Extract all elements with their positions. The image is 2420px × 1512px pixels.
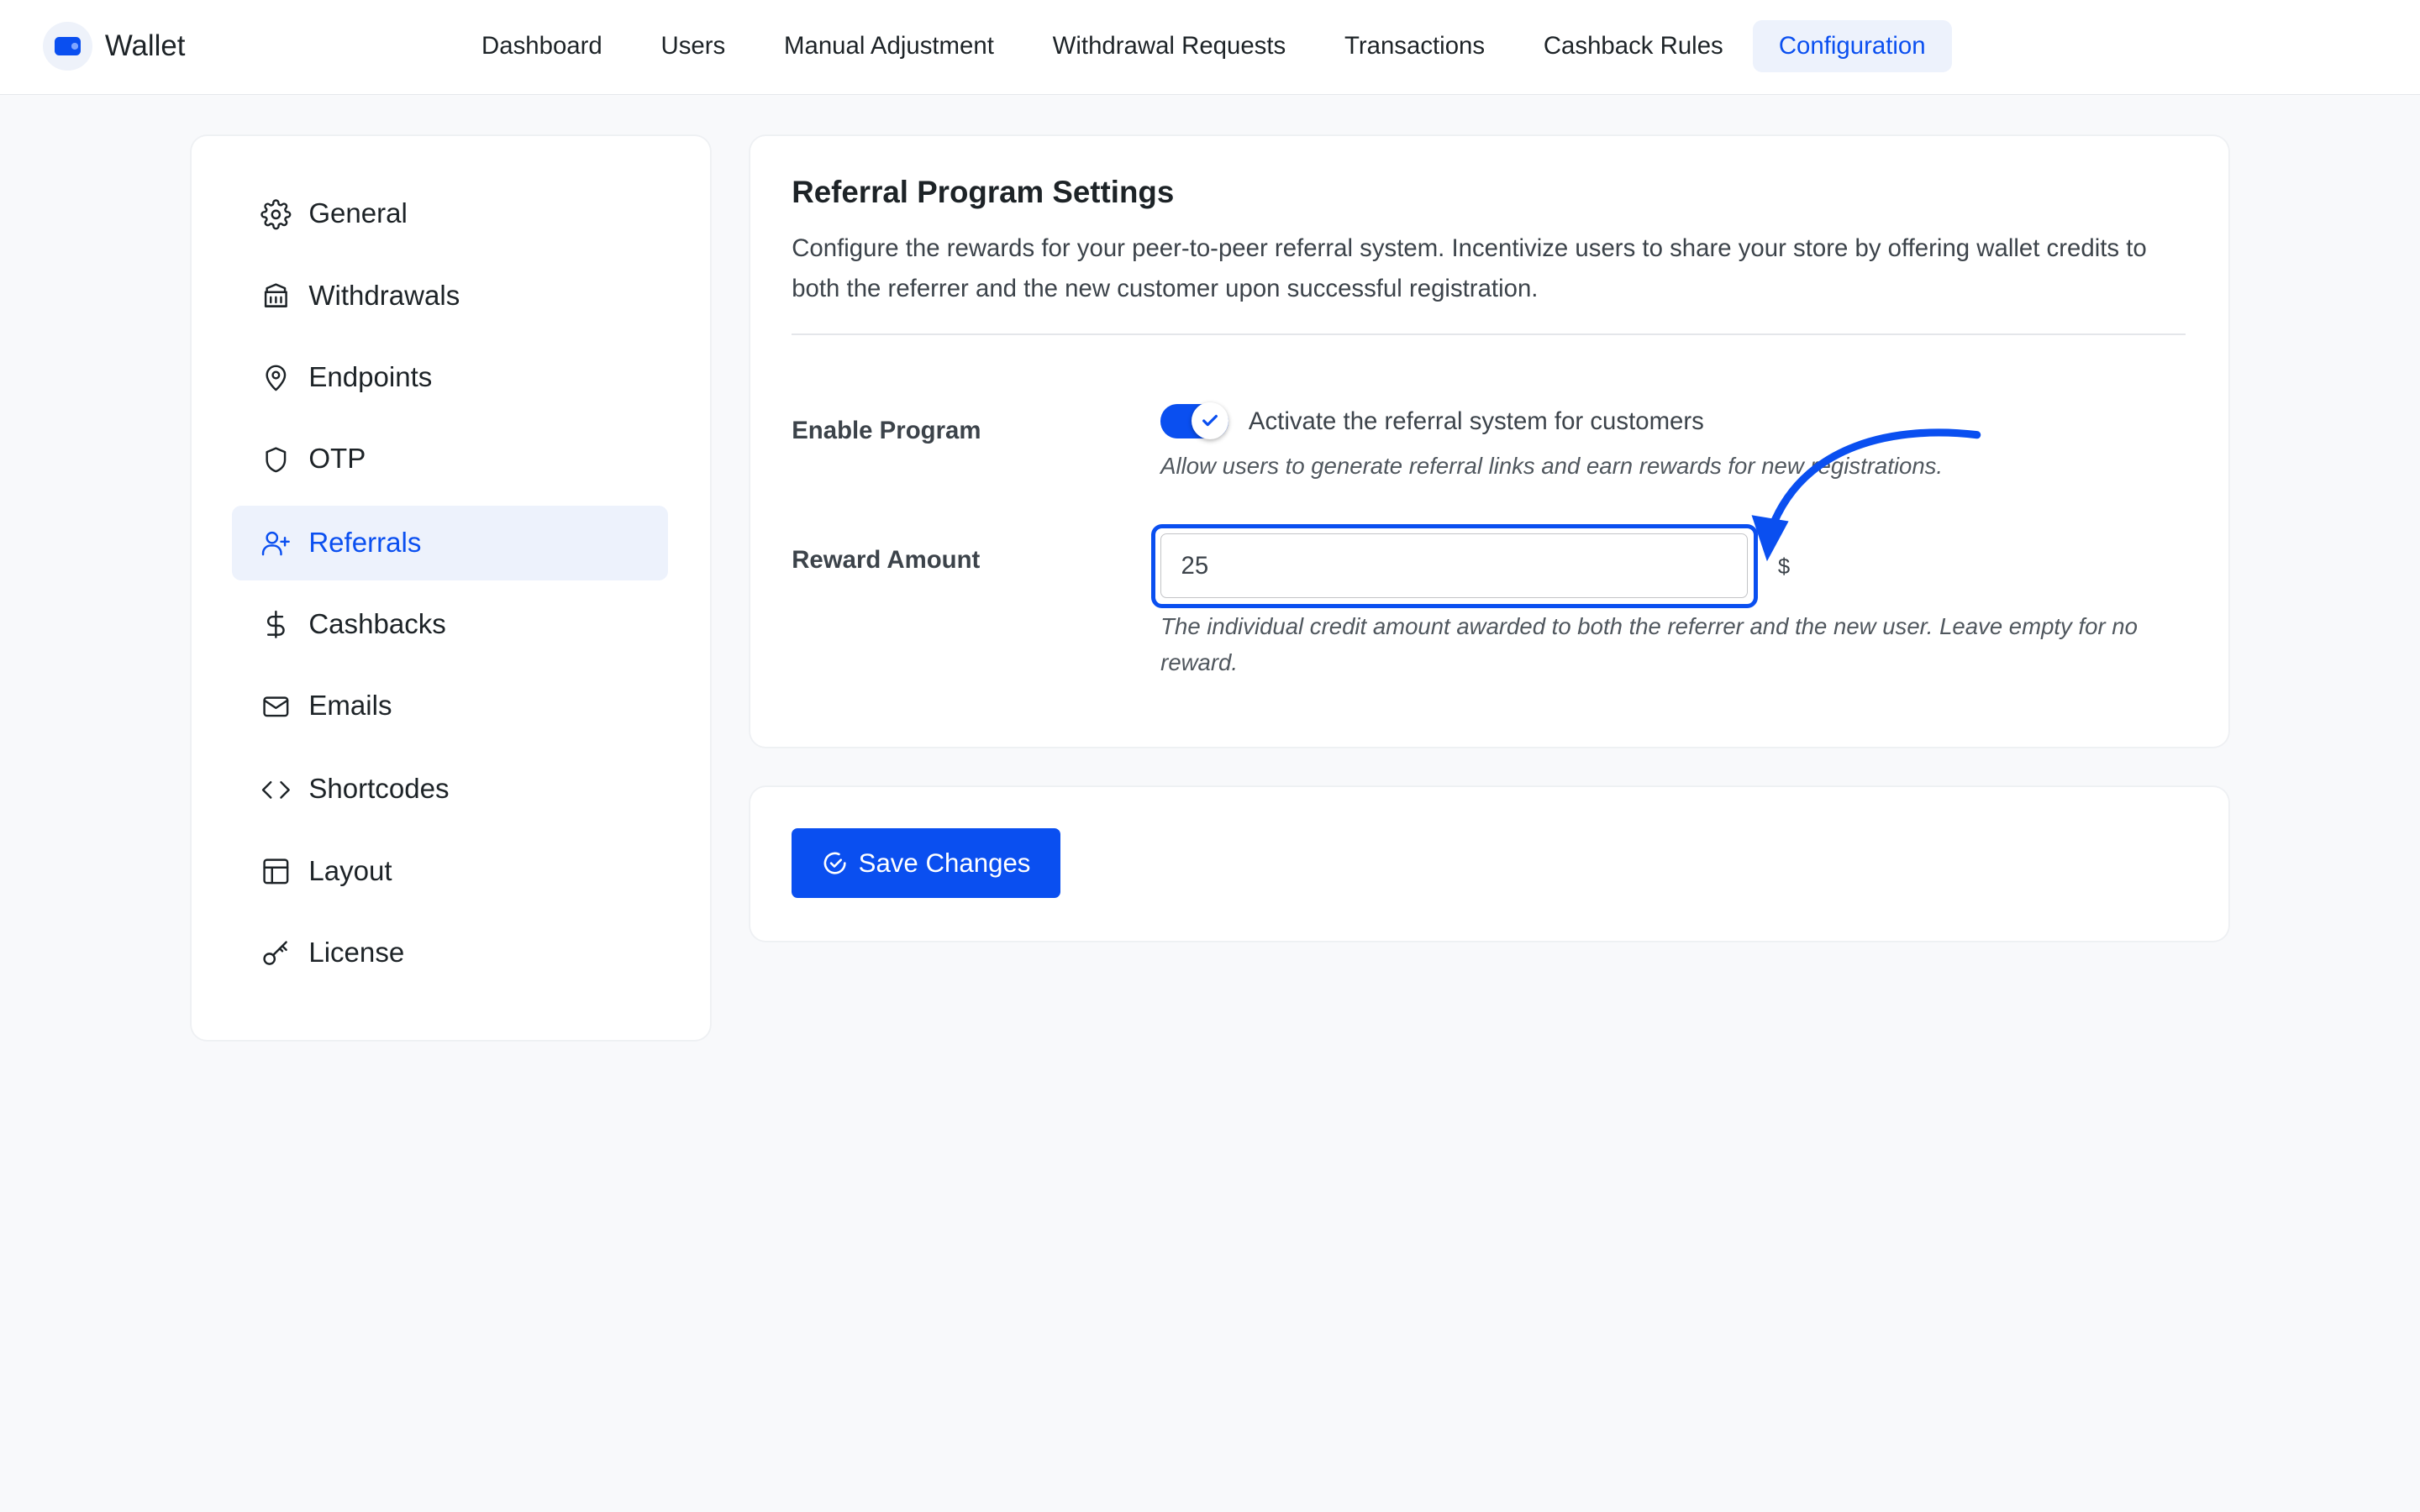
referral-settings-card: Referral Program Settings Configure the … <box>750 135 2229 747</box>
sidebar-item-label: OTP <box>308 444 366 475</box>
brand[interactable]: Wallet <box>43 21 186 71</box>
sidebar-item-otp[interactable]: OTP <box>232 423 669 496</box>
sidebar-item-label: Referrals <box>308 527 422 559</box>
sidebar-item-label: Endpoints <box>308 361 433 393</box>
layout-icon <box>260 856 292 887</box>
annotation-arrow-icon <box>1751 428 1981 562</box>
nav-item-cashback-rules[interactable]: Cashback Rules <box>1514 20 1753 72</box>
enable-program-toggle-text: Activate the referral system for custome… <box>1248 407 1704 435</box>
sidebar-item-referrals[interactable]: Referrals <box>231 506 669 580</box>
settings-sidebar: General Withdrawals Endpoints OTP Referr… <box>191 135 710 1040</box>
sidebar-item-label: Layout <box>308 855 392 887</box>
nav-item-transactions[interactable]: Transactions <box>1315 20 1514 72</box>
main-nav: Dashboard Users Manual Adjustment Withdr… <box>452 19 1952 73</box>
sidebar-item-cashbacks[interactable]: Cashbacks <box>232 588 669 662</box>
sidebar-item-label: License <box>308 937 405 969</box>
nav-item-configuration[interactable]: Configuration <box>1752 19 1952 73</box>
reward-amount-highlight <box>1151 524 1758 608</box>
sidebar-item-withdrawals[interactable]: Withdrawals <box>232 260 669 333</box>
wallet-icon <box>43 21 93 71</box>
sidebar-item-layout[interactable]: Layout <box>232 835 669 909</box>
brand-name: Wallet <box>104 29 186 63</box>
sidebar-item-label: Shortcodes <box>308 774 450 806</box>
sidebar-item-label: Withdrawals <box>308 280 460 312</box>
user-plus-icon <box>260 528 292 559</box>
check-circle-icon <box>822 850 848 876</box>
bank-icon <box>260 281 292 312</box>
enable-program-toggle[interactable] <box>1160 402 1228 440</box>
sidebar-item-shortcodes[interactable]: Shortcodes <box>232 753 669 827</box>
section-title: Referral Program Settings <box>792 174 1175 209</box>
save-changes-label: Save Changes <box>858 848 1031 878</box>
dollar-icon <box>260 609 292 640</box>
sidebar-item-general[interactable]: General <box>232 177 669 251</box>
nav-item-withdrawal-requests[interactable]: Withdrawal Requests <box>1023 20 1315 72</box>
sidebar-item-license[interactable]: License <box>232 916 669 990</box>
sidebar-item-label: General <box>308 198 408 230</box>
sidebar-item-emails[interactable]: Emails <box>232 669 669 743</box>
save-changes-button[interactable]: Save Changes <box>792 828 1060 898</box>
nav-item-manual-adjustment[interactable]: Manual Adjustment <box>755 20 1023 72</box>
sidebar-item-label: Emails <box>308 690 392 722</box>
nav-item-dashboard[interactable]: Dashboard <box>452 20 632 72</box>
divider <box>792 333 2186 335</box>
reward-amount-help: The individual credit amount awarded to … <box>1160 613 2138 675</box>
reward-amount-input[interactable] <box>1160 533 1749 599</box>
shield-icon <box>260 444 292 475</box>
section-description: Configure the rewards for your peer-to-p… <box>792 234 2147 302</box>
gear-icon <box>260 199 292 230</box>
nav-item-users[interactable]: Users <box>632 20 755 72</box>
actions-card: Save Changes <box>750 786 2229 942</box>
reward-amount-label: Reward Amount <box>792 546 981 575</box>
map-pin-icon <box>260 363 292 394</box>
top-navigation-bar: Wallet Dashboard Users Manual Adjustment… <box>0 0 2420 96</box>
sidebar-item-endpoints[interactable]: Endpoints <box>232 341 669 415</box>
enable-program-label: Enable Program <box>792 416 981 444</box>
mail-icon <box>260 691 292 722</box>
sidebar-item-label: Cashbacks <box>308 608 446 640</box>
code-icon <box>260 774 292 806</box>
check-icon <box>1191 402 1228 440</box>
key-icon <box>260 938 292 969</box>
